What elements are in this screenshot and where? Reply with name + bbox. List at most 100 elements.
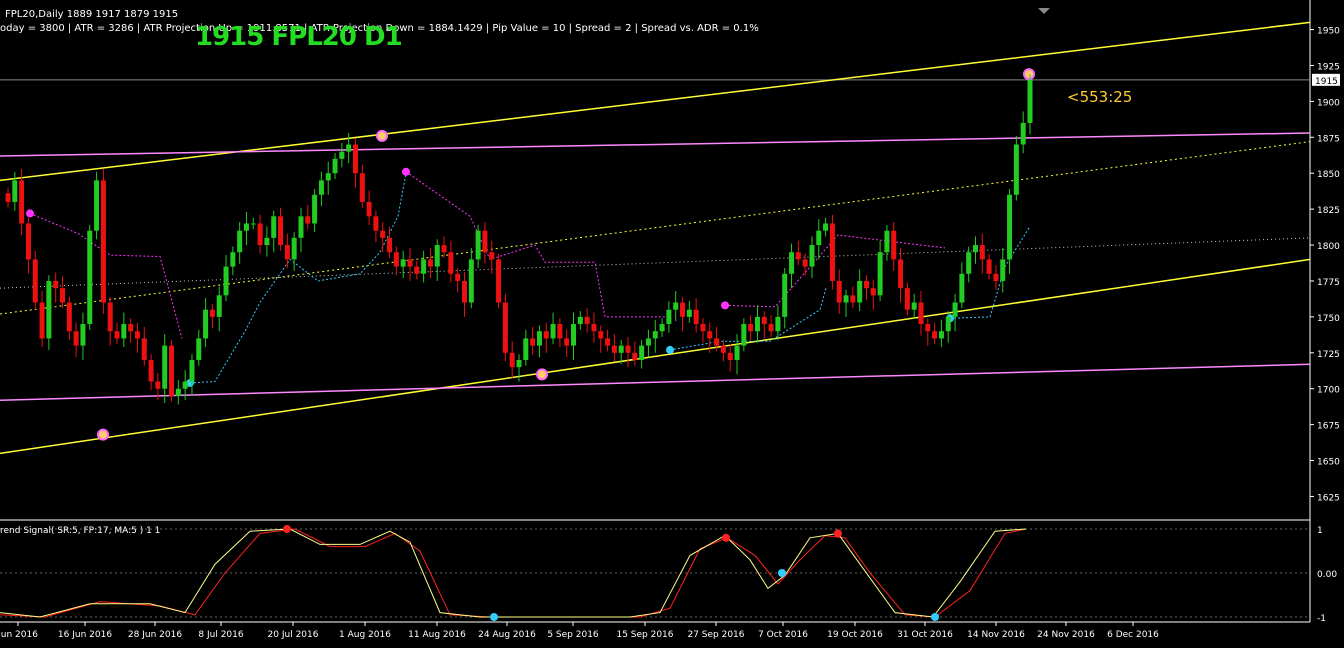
candle-body bbox=[945, 316, 951, 332]
stop-start-dot bbox=[26, 209, 34, 218]
indicator-scale-label: -1 bbox=[1317, 614, 1326, 624]
candle-body bbox=[278, 216, 284, 246]
candle-body bbox=[461, 280, 467, 303]
time-tick-label: 19 Oct 2016 bbox=[827, 630, 883, 640]
signal-cross-dot bbox=[490, 613, 498, 621]
signal-line-yellow bbox=[0, 528, 1027, 618]
candle-body bbox=[80, 324, 86, 346]
candle-body bbox=[966, 252, 972, 274]
candle-body bbox=[577, 316, 583, 325]
time-tick-label: 24 Nov 2016 bbox=[1037, 630, 1095, 640]
candle-body bbox=[898, 259, 904, 289]
candle-body bbox=[720, 345, 726, 353]
candle-body bbox=[482, 230, 488, 253]
time-tick-label: 27 Sep 2016 bbox=[687, 630, 744, 640]
candle-body bbox=[489, 252, 495, 260]
candle-body bbox=[216, 295, 222, 317]
price-tick-label: 1850 bbox=[1317, 170, 1340, 180]
candle-body bbox=[421, 259, 427, 274]
candle-body bbox=[298, 216, 304, 238]
candle-body bbox=[727, 352, 733, 360]
candle-body bbox=[12, 180, 18, 202]
time-tick-label: 6 Dec 2016 bbox=[1107, 630, 1159, 640]
candle-body bbox=[993, 273, 999, 281]
candle-body bbox=[455, 273, 461, 281]
candle-body bbox=[25, 223, 31, 260]
candle-body bbox=[359, 173, 365, 202]
candle-body bbox=[972, 245, 978, 253]
candle-body bbox=[884, 230, 890, 253]
candle-body bbox=[53, 280, 59, 289]
candle-body bbox=[387, 237, 393, 253]
candle-body bbox=[632, 352, 638, 360]
axis-ticks: 1950 1925 1900 1875 1850 1825 1800 1775 1750 1725… bbox=[0, 27, 1340, 640]
price-tick-label: 1675 bbox=[1317, 422, 1340, 432]
time-tick-label: 24 Aug 2016 bbox=[478, 630, 536, 640]
price-tick-label: 1625 bbox=[1317, 493, 1340, 503]
stop-line bbox=[669, 288, 827, 351]
signal-cross-dot bbox=[834, 529, 842, 538]
candle-body bbox=[332, 158, 338, 174]
time-tick-label: 7 Oct 2016 bbox=[758, 630, 808, 640]
candle-body bbox=[475, 230, 481, 260]
candle-body bbox=[611, 345, 617, 353]
candle-body bbox=[509, 352, 515, 368]
candle-body bbox=[373, 216, 379, 231]
candle-body bbox=[148, 359, 154, 382]
swing-point-marker bbox=[1023, 68, 1035, 81]
candle-body bbox=[584, 316, 590, 325]
candle-body bbox=[169, 345, 175, 396]
price-tick-label: 1900 bbox=[1317, 98, 1340, 108]
candle-body bbox=[223, 266, 229, 296]
candle-body bbox=[754, 316, 760, 332]
candle-body bbox=[243, 223, 249, 231]
price-tick-label: 1825 bbox=[1317, 206, 1340, 216]
candle-body bbox=[46, 280, 52, 339]
candle-body bbox=[952, 302, 958, 317]
candle-body bbox=[673, 302, 679, 310]
chart-shift-marker bbox=[1038, 8, 1050, 14]
swing-point-marker bbox=[536, 368, 548, 381]
indicator-label: rend Signal( SR:5, FP:17, MA:5 ) 1 1 bbox=[0, 526, 161, 536]
candle-body bbox=[904, 288, 910, 310]
candle-body bbox=[87, 230, 93, 325]
signal-cross-dot bbox=[931, 613, 939, 621]
current-price-label: 1915 bbox=[1315, 77, 1338, 87]
candle-body bbox=[782, 273, 788, 317]
candle-body bbox=[1020, 122, 1026, 145]
stop-line bbox=[189, 173, 407, 384]
time-tick-label: 1 Aug 2016 bbox=[339, 630, 391, 640]
chart-canvas: 1950 1925 1900 1875 1850 1825 1800 1775 1750 1725… bbox=[0, 0, 1340, 640]
stop-line bbox=[724, 234, 946, 308]
candle-body bbox=[979, 245, 985, 260]
candle-body bbox=[312, 194, 318, 224]
trend-lines bbox=[0, 21, 1311, 455]
candle-body bbox=[189, 359, 195, 382]
candle-body bbox=[571, 324, 577, 346]
horizontal-upper-line bbox=[0, 132, 1311, 157]
time-tick-label: 16 Jun 2016 bbox=[58, 630, 112, 640]
signal-cross-dot bbox=[722, 533, 730, 542]
candle-body bbox=[639, 345, 645, 360]
candle-body bbox=[407, 259, 413, 267]
candle-body bbox=[380, 230, 386, 238]
stop-start-dot bbox=[721, 301, 729, 310]
symbol-line: FPL20,Daily 1889 1917 1879 1915 bbox=[5, 9, 179, 20]
candle-body bbox=[352, 144, 358, 174]
candle-body bbox=[645, 338, 651, 346]
candle-body bbox=[543, 331, 549, 339]
candle-body bbox=[264, 237, 270, 246]
candle-body bbox=[5, 193, 11, 202]
candle-body bbox=[400, 259, 406, 267]
candle-body bbox=[959, 273, 965, 303]
price-tick-label: 1800 bbox=[1317, 242, 1340, 252]
candle-body bbox=[155, 381, 161, 389]
candle-body bbox=[496, 259, 502, 303]
candle-body bbox=[598, 331, 604, 339]
candle-body bbox=[748, 324, 754, 332]
candle-body bbox=[32, 259, 38, 303]
indicator-scale-label: 1 bbox=[1317, 526, 1323, 536]
candle-body bbox=[39, 302, 45, 339]
candle-body bbox=[162, 345, 168, 389]
candle-body bbox=[707, 331, 713, 339]
